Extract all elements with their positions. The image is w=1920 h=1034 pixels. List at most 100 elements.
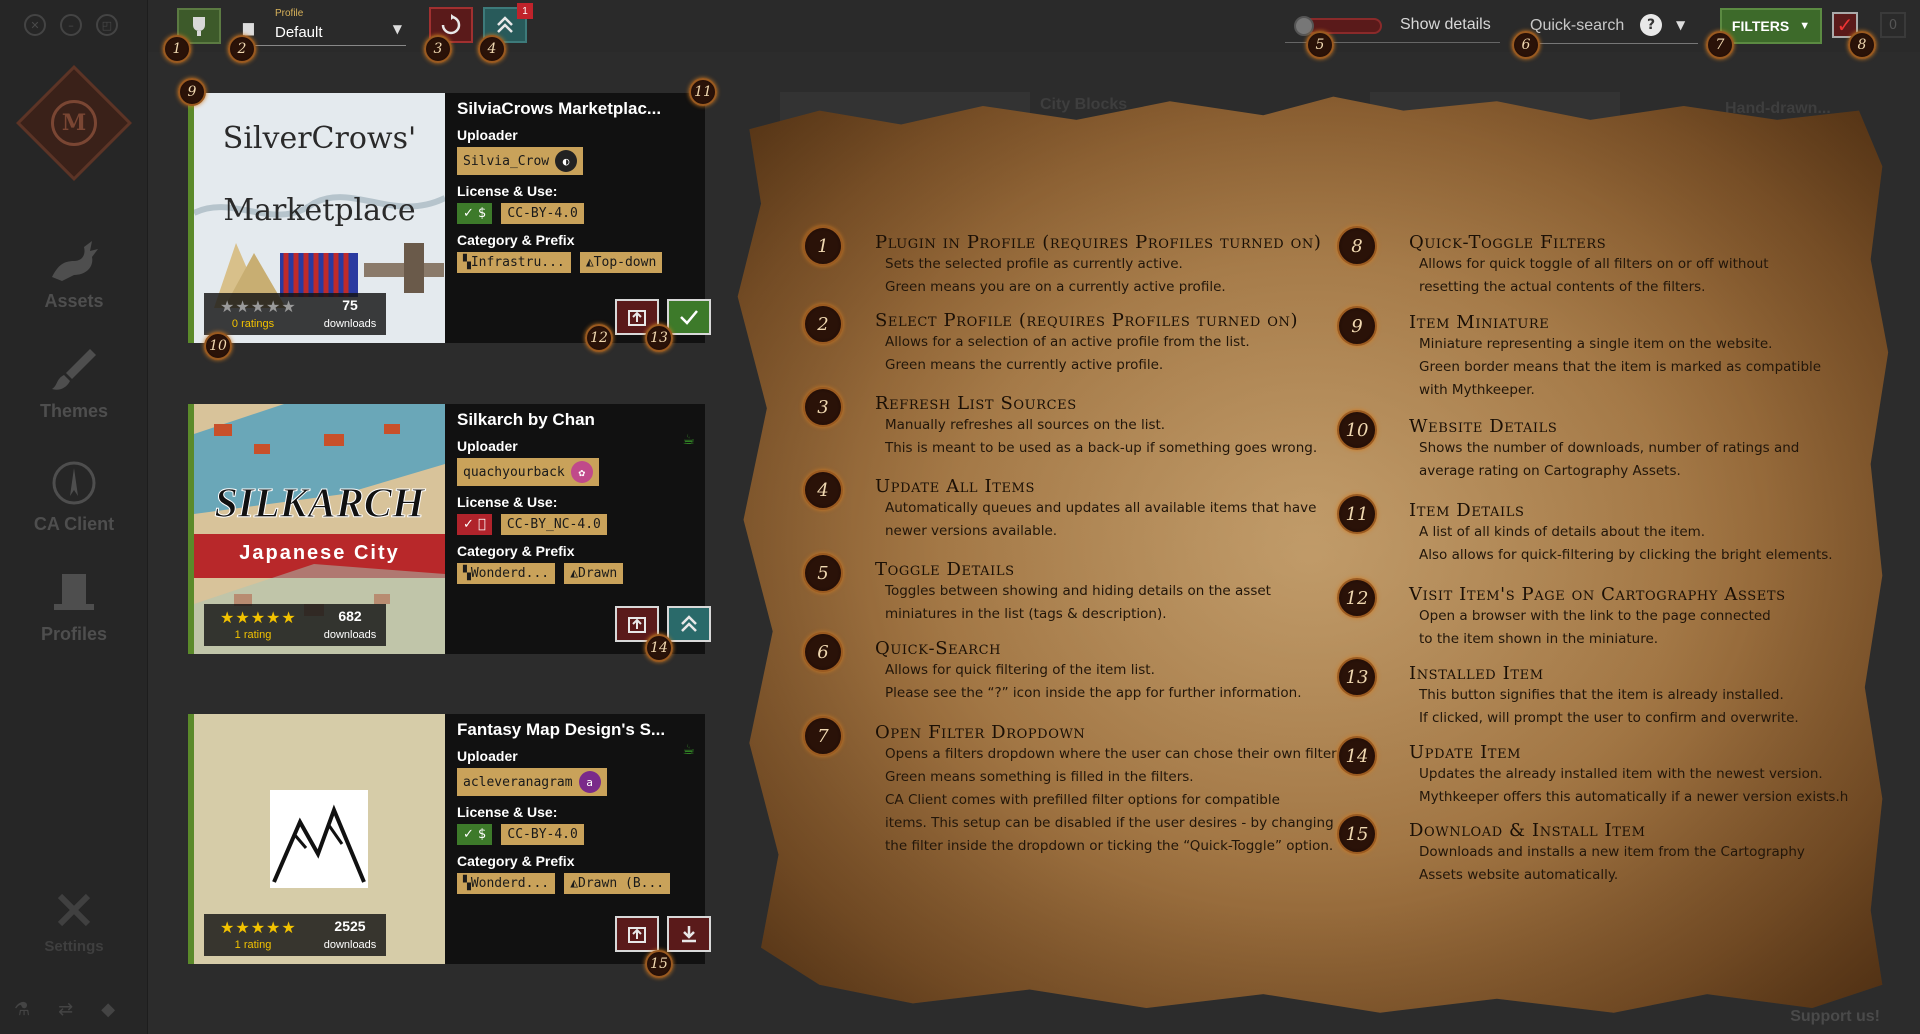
legend-desc: Opens a filters dropdown where the user … — [885, 743, 1355, 858]
item-miniature[interactable]: SilverCrows' Marketplace ★★★★★ 0 ratings… — [194, 93, 445, 343]
license-chip[interactable]: CC-BY_NC-4.0 — [500, 514, 607, 535]
sidebar-item-ca-client[interactable]: CA Client — [0, 458, 148, 535]
prefix-chip[interactable]: ◭Drawn — [564, 563, 624, 584]
license-use-chip[interactable]: ✓ $ — [457, 824, 493, 845]
background-card-title: City Blocks — [1040, 96, 1128, 113]
swap-icon[interactable]: ⇄ — [58, 999, 73, 1020]
prefix-label: Drawn — [578, 566, 618, 581]
legend-desc: Miniature representing a single item on … — [1419, 333, 1879, 402]
legend-item-4: 4 Update All Items Automatically queues … — [803, 470, 1345, 543]
legend-desc: Sets the selected profile as currently a… — [885, 253, 1345, 299]
download-install-button[interactable] — [667, 916, 711, 952]
rating-stars: ★★★★★ — [220, 299, 297, 316]
profile-select[interactable]: ▆ Profile Default ▼ — [241, 8, 406, 46]
legend-marker: 6 — [803, 632, 843, 672]
legend-desc-line: Updates the already installed item with … — [1419, 766, 1823, 782]
marker-11: 11 — [689, 78, 717, 106]
marker-2: 2 — [228, 35, 256, 63]
sidebar-item-themes[interactable]: Themes — [0, 345, 148, 422]
prefix-chip[interactable]: ◭Top-down — [579, 252, 663, 273]
close-icon[interactable]: ✕ — [24, 14, 46, 36]
legend-title: Open Filter Dropdown — [875, 722, 1086, 743]
diamond-icon[interactable]: ◆ — [101, 999, 115, 1020]
profile-label: Profile — [275, 8, 304, 19]
sidebar-item-label: CA Client — [33, 514, 115, 534]
download-count: 682 — [338, 608, 362, 624]
sidebar-item-label: Profiles — [40, 624, 108, 644]
item-card[interactable]: SILKARCH Japanese City ★★★★★ 1 rating 68… — [188, 404, 711, 654]
sidebar: ✕ – ◰ M Assets Themes CA Client Profiles… — [0, 0, 148, 1034]
legend-item-7: 7 Open Filter Dropdown Opens a filters d… — [803, 716, 1355, 858]
show-details-toggle[interactable] — [1294, 16, 1382, 36]
update-item-button[interactable] — [667, 606, 711, 642]
license-heading: License & Use: — [457, 804, 558, 820]
legend-desc-line: A list of all kinds of details about the… — [1419, 524, 1706, 540]
category-chip[interactable]: ▚Wonderd... — [457, 563, 556, 584]
check-icon: ✓ — [1836, 13, 1854, 37]
refresh-icon — [441, 14, 461, 35]
legend-title: Quick-Search — [875, 638, 1002, 659]
installed-button[interactable] — [667, 299, 711, 335]
legend-desc-line: resetting the actual contents of the fil… — [1419, 279, 1706, 295]
double-chevron-up-icon — [681, 615, 697, 632]
legend-desc-line: Open a browser with the link to the page… — [1419, 608, 1771, 624]
license-use-chip[interactable]: ✓ $ — [457, 203, 493, 224]
marker-1: 1 — [163, 35, 191, 63]
prefix-chip[interactable]: ◭Drawn (B... — [564, 873, 671, 894]
compass-icon — [52, 461, 96, 505]
uploader-chip[interactable]: quachyourback ✿ — [457, 458, 599, 486]
item-card[interactable]: SilverCrows' Marketplace ★★★★★ 0 ratings… — [188, 93, 711, 343]
item-title: Fantasy Map Design's S... — [457, 720, 666, 739]
item-miniature[interactable]: SILKARCH Japanese City ★★★★★ 1 rating 68… — [194, 404, 445, 654]
license-chip[interactable]: CC-BY-4.0 — [501, 203, 584, 224]
rating-count: 1 rating — [234, 629, 272, 641]
legend-desc-line: Assets website automatically. — [1419, 867, 1619, 883]
license-heading: License & Use: — [457, 494, 558, 510]
chevron-down-icon[interactable]: ▼ — [1676, 18, 1685, 32]
marker-3: 3 — [424, 35, 452, 63]
item-details: SilviaCrows Marketplac... Uploader Silvi… — [457, 99, 697, 273]
double-chevron-up-icon — [497, 16, 513, 33]
sidebar-item-assets[interactable]: Assets — [0, 235, 148, 312]
legend-item-12: 12 Visit Item's Page on Cartography Asse… — [1337, 578, 1879, 651]
item-details: Silkarch by Chan Uploader quachyourback ✿… — [457, 410, 697, 584]
sidebar-item-profiles[interactable]: Profiles — [0, 568, 148, 645]
category-chip[interactable]: ▚Wonderd... — [457, 873, 556, 894]
support-link[interactable]: Support us! — [1790, 1008, 1880, 1026]
download-count: 2525 — [334, 918, 366, 934]
legend-desc-line: CA Client comes with prefilled filter op… — [885, 792, 1280, 808]
marker-13: 13 — [645, 324, 673, 352]
legend-marker: 12 — [1337, 578, 1377, 618]
flask-icon[interactable]: ⚗ — [14, 999, 30, 1020]
visit-page-button[interactable] — [615, 916, 659, 952]
legend-item-8: 8 Quick-Toggle Filters Allows for quick … — [1337, 226, 1879, 299]
item-count-box: 0 — [1880, 12, 1906, 38]
legend-desc-line: the filter inside the dropdown or tickin… — [885, 838, 1334, 854]
category-heading: Category & Prefix — [457, 543, 575, 559]
legend-title: Visit Item's Page on Cartography Assets — [1409, 584, 1786, 605]
item-card[interactable]: ★★★★★ 1 rating 2525 downloads ☕ Fantasy … — [188, 714, 711, 964]
uploader-chip[interactable]: Silvia_Crow ◐ — [457, 147, 584, 175]
legend-desc-line: This button signifies that the item is a… — [1419, 687, 1784, 703]
legend-desc-line: Automatically queues and updates all ava… — [885, 500, 1317, 516]
legend-marker: 4 — [803, 470, 843, 510]
sidebar-item-settings[interactable]: Settings — [0, 888, 148, 955]
filters-dropdown-button[interactable]: FILTERS ▼ — [1720, 8, 1822, 44]
quick-search-input[interactable] — [1530, 14, 1630, 38]
legend-desc-line: Also allows for quick-filtering by click… — [1419, 547, 1833, 563]
license-chip[interactable]: CC-BY-4.0 — [501, 824, 584, 845]
sidebar-footer-icons: ⚗ ⇄ ◆ — [14, 999, 115, 1020]
download-count: 75 — [342, 297, 358, 313]
legend-desc: Allows for quick filtering of the item l… — [885, 659, 1345, 705]
license-use-chip[interactable]: ✓ ⃠ — [457, 514, 492, 535]
maximize-icon[interactable]: ◰ — [96, 14, 118, 36]
category-chip[interactable]: ▚Infrastru... — [457, 252, 571, 273]
legend-desc-line: Green means the currently active profile… — [885, 357, 1164, 373]
legend-marker: 14 — [1337, 736, 1377, 776]
help-icon[interactable]: ? — [1640, 14, 1662, 36]
marker-5: 5 — [1306, 31, 1334, 59]
uploader-chip[interactable]: acleveranagram a — [457, 768, 607, 796]
legend-item-2: 2 Select Profile (requires Profiles turn… — [803, 304, 1345, 377]
item-miniature[interactable]: ★★★★★ 1 rating 2525 downloads — [194, 714, 445, 964]
minimize-icon[interactable]: – — [60, 14, 82, 36]
